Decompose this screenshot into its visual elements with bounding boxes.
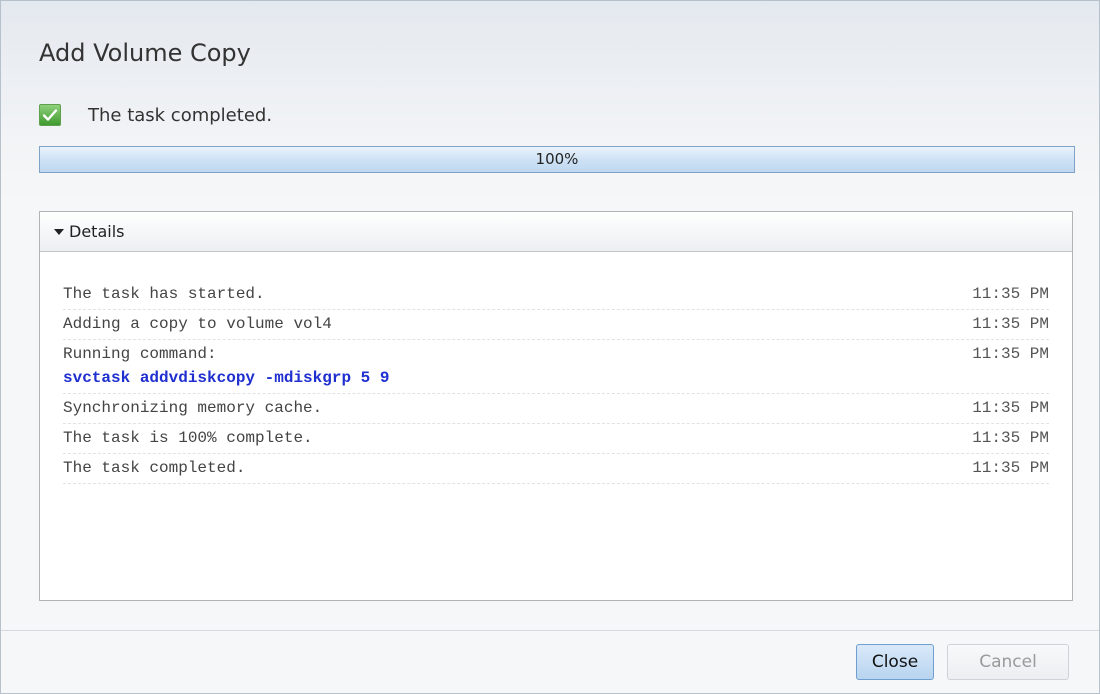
progress-bar: 100%	[39, 146, 1075, 173]
triangle-down-icon	[54, 228, 64, 235]
log-message: Synchronizing memory cache.	[63, 399, 323, 417]
dialog-title: Add Volume Copy	[39, 39, 251, 67]
log-time: 11:35 PM	[972, 399, 1049, 417]
log-entry: Running command: svctask addvdiskcopy -md…	[63, 340, 1049, 394]
log-time: 11:35 PM	[972, 345, 1049, 363]
add-volume-copy-dialog: Add Volume Copy The task completed. 100%…	[0, 0, 1100, 694]
log-entry: Adding a copy to volume vol4 11:35 PM	[63, 310, 1049, 340]
log-entry: Synchronizing memory cache. 11:35 PM	[63, 394, 1049, 424]
log-time: 11:35 PM	[972, 285, 1049, 303]
log-time: 11:35 PM	[972, 429, 1049, 447]
log-entry: The task is 100% complete. 11:35 PM	[63, 424, 1049, 454]
log-message-block: Running command: svctask addvdiskcopy -md…	[63, 342, 389, 390]
log-command: svctask addvdiskcopy -mdiskgrp 5 9	[63, 369, 390, 387]
checkmark-icon	[39, 104, 61, 126]
log-message: The task completed.	[63, 459, 246, 477]
log-time: 11:35 PM	[972, 459, 1049, 477]
log-message-block: The task completed.	[63, 456, 245, 480]
details-panel: Details The task has started. 11:35 PM Add…	[39, 211, 1073, 601]
log-message-block: The task has started.	[63, 282, 265, 306]
cancel-button[interactable]: Cancel	[947, 644, 1069, 680]
log-entry: The task completed. 11:35 PM	[63, 454, 1049, 484]
progress-label: 100%	[535, 150, 579, 168]
log-entry: The task has started. 11:35 PM	[63, 280, 1049, 310]
log-message-block: The task is 100% complete.	[63, 426, 313, 450]
log-message-block: Adding a copy to volume vol4	[63, 312, 332, 336]
log-time: 11:35 PM	[972, 315, 1049, 333]
status-text: The task completed.	[88, 104, 273, 126]
log-message: Adding a copy to volume vol4	[63, 315, 332, 333]
details-header-label: Details	[69, 222, 125, 241]
log-message-block: Synchronizing memory cache.	[63, 396, 322, 420]
close-button[interactable]: Close	[856, 644, 934, 680]
details-toggle[interactable]: Details	[40, 212, 1072, 252]
status-row: The task completed.	[39, 103, 272, 127]
log-message: The task has started.	[63, 285, 265, 303]
details-log: The task has started. 11:35 PM Adding a co…	[63, 280, 1049, 484]
footer-divider	[1, 630, 1099, 631]
log-message: The task is 100% complete.	[63, 429, 313, 447]
log-message: Running command:	[63, 345, 217, 363]
